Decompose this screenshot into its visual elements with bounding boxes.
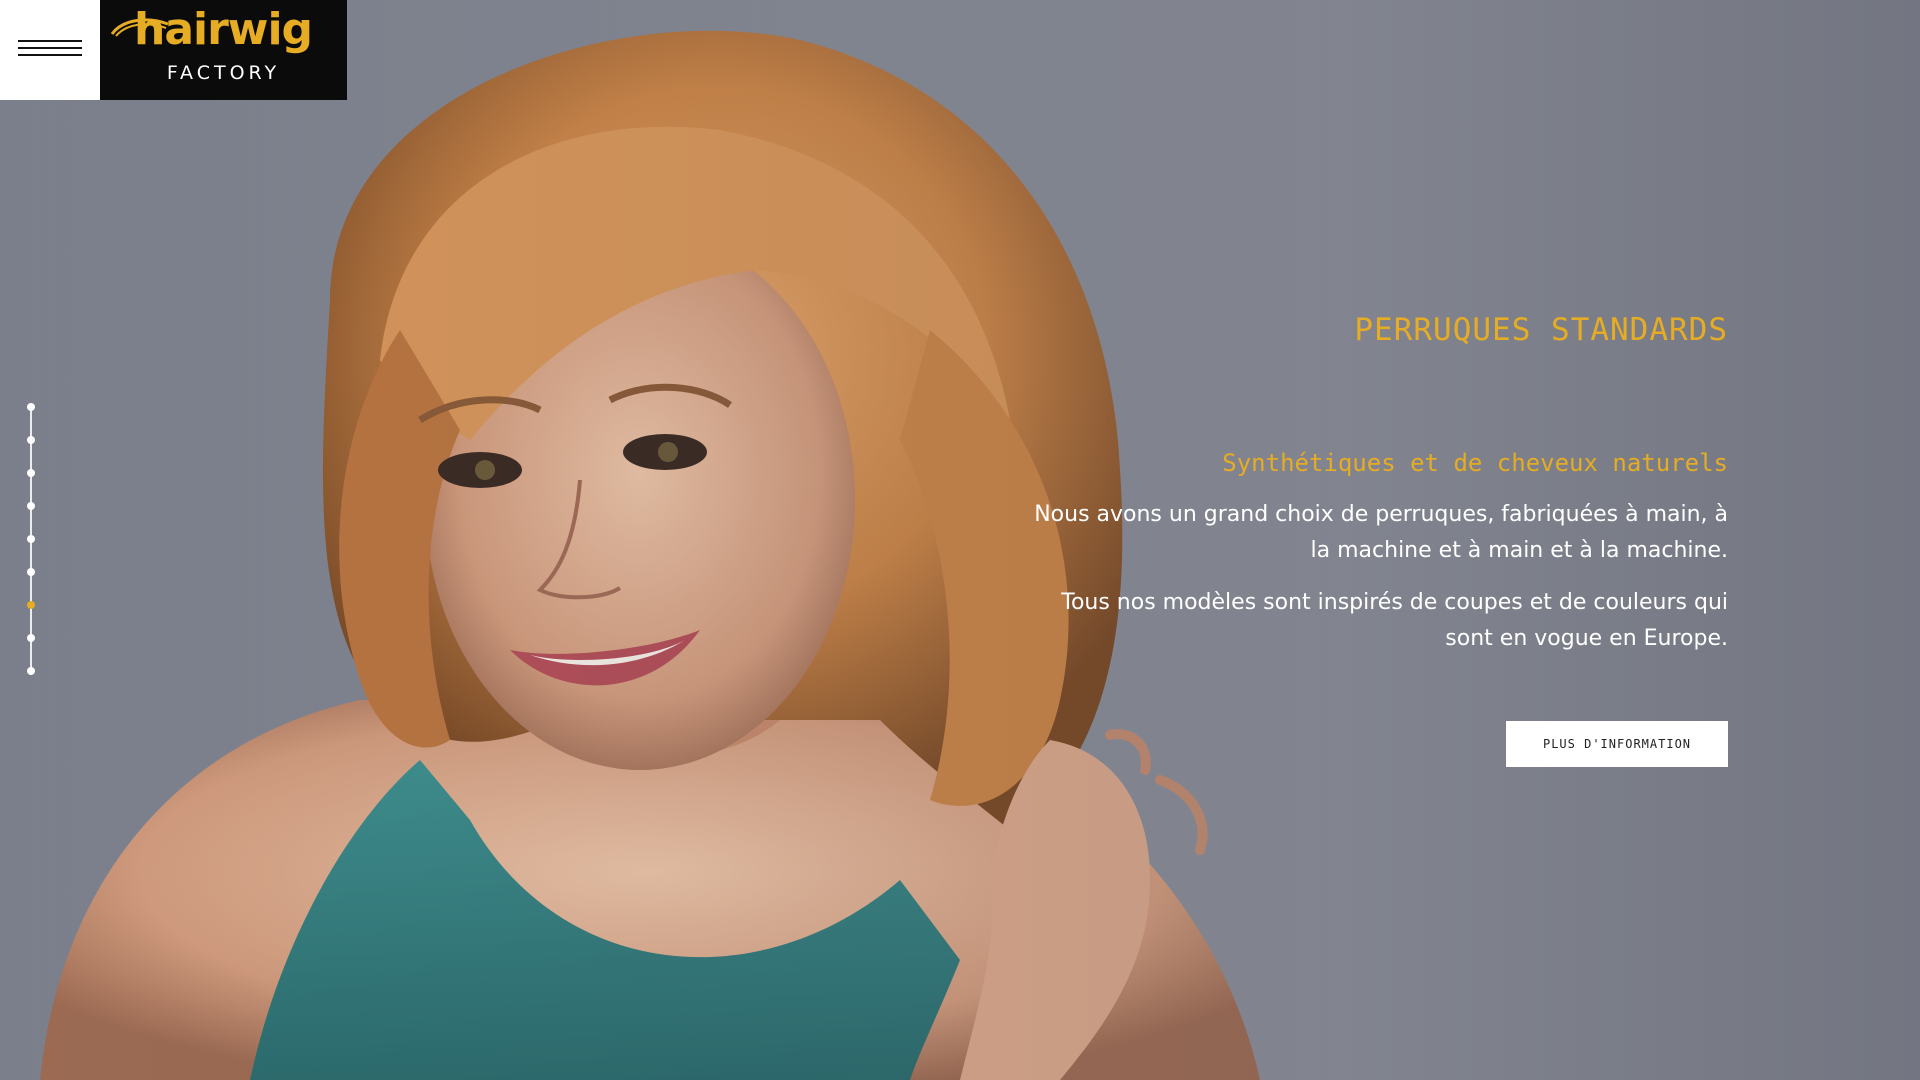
menu-button[interactable] xyxy=(0,0,100,100)
more-info-button[interactable]: PLUS D'INFORMATION xyxy=(1506,721,1728,767)
hero-paragraph-2: Tous nos modèles sont inspirés de coupes… xyxy=(1061,590,1728,651)
slide-dot[interactable] xyxy=(27,436,35,444)
slide-dot[interactable] xyxy=(27,535,35,543)
slide-dot[interactable] xyxy=(27,403,35,411)
slide-dot[interactable] xyxy=(27,667,35,675)
slide-dot-navigation xyxy=(25,403,37,683)
slide-dot[interactable] xyxy=(27,568,35,576)
hero-paragraph-1: Nous avons un grand choix de perruques, … xyxy=(1034,502,1728,563)
slide-dot[interactable] xyxy=(27,634,35,642)
slide-dot[interactable] xyxy=(27,502,35,510)
site-logo[interactable]: hairwig FACTORY xyxy=(100,0,347,100)
hamburger-menu-icon-line xyxy=(18,47,82,49)
logo-subtitle: FACTORY xyxy=(166,62,281,84)
hamburger-menu-icon-line xyxy=(18,54,82,56)
hamburger-menu-icon xyxy=(18,40,82,42)
hero-title: PERRUQUES STANDARDS xyxy=(1354,312,1728,348)
logo-wordmark: hairwig xyxy=(134,4,313,55)
hero-subtitle: Synthétiques et de cheveux naturels xyxy=(1222,449,1728,477)
slide-dot[interactable] xyxy=(27,469,35,477)
slide-dot-active[interactable] xyxy=(27,601,35,609)
hero-section: hairwig FACTORY PERRUQUES STANDARDS Synt… xyxy=(0,0,1920,1080)
